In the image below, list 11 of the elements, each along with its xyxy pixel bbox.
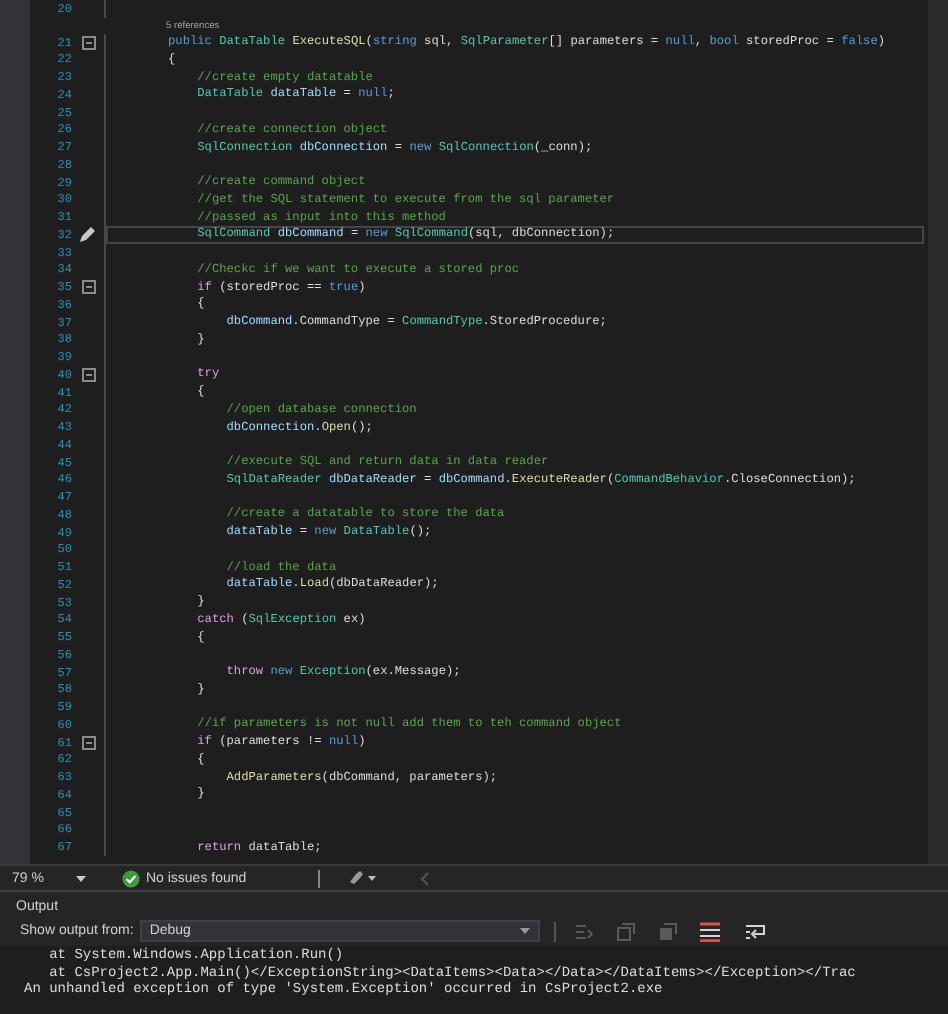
- check-icon: [121, 869, 140, 887]
- collapse-icon[interactable]: [81, 35, 95, 50]
- clear-all-icon[interactable]: [695, 921, 726, 941]
- scrollbar[interactable]: [928, 0, 948, 864]
- pencil-icon[interactable]: [80, 226, 96, 243]
- collapse-icon[interactable]: [81, 367, 95, 382]
- caret-icon[interactable]: [519, 928, 530, 934]
- collapse-icon[interactable]: [81, 280, 95, 295]
- caret-icon[interactable]: [75, 875, 86, 881]
- brush-icon[interactable]: [348, 870, 377, 886]
- collapse-icon[interactable]: [81, 735, 95, 750]
